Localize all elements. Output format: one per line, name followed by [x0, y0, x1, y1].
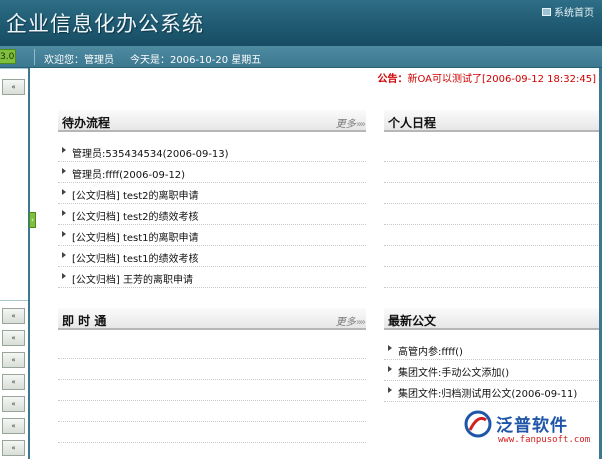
bullet-arrow-icon — [62, 210, 66, 216]
docs-panel-title: 最新公文 — [388, 314, 437, 328]
logo-mark-icon — [464, 410, 492, 438]
status-bar: 3.0 欢迎您：管理员 今天是：2006-10-20 星期五 — [0, 46, 602, 68]
schedule-row — [384, 268, 600, 288]
schedule-row — [384, 226, 600, 246]
notice-text: 新OA可以测试了[2006-09-12 18:32:45] — [407, 74, 596, 85]
bullet-arrow-icon — [388, 366, 392, 372]
sidebar-collapse-button[interactable]: « — [2, 79, 25, 95]
collapse-icon: « — [11, 312, 16, 320]
schedule-panel-title: 个人日程 — [388, 116, 437, 130]
instant-row — [58, 360, 366, 380]
todo-item[interactable]: [公文归档] test2的离职申请 — [58, 183, 366, 204]
doc-item[interactable]: 集团文件:手动公文添加() — [384, 360, 600, 381]
bullet-arrow-icon — [62, 231, 66, 237]
schedule-row — [384, 142, 600, 162]
toggle-arrow-icon: › — [31, 216, 34, 224]
status-separator — [34, 49, 35, 65]
bullet-arrow-icon — [62, 168, 66, 174]
app-header: 企业信息化办公系统 系统首页 — [0, 0, 602, 46]
collapse-icon: « — [11, 378, 16, 386]
sidebar-collapse-button[interactable]: « — [2, 440, 25, 456]
collapse-icon: « — [11, 83, 16, 91]
home-link[interactable]: 系统首页 — [542, 4, 594, 19]
sidebar-collapse-button[interactable]: « — [2, 330, 25, 346]
sidebar-collapse-button[interactable]: « — [2, 352, 25, 368]
brand-logo: 泛普软件 www.fanpusoft.com — [446, 408, 596, 454]
todo-item[interactable]: [公文归档] test2的绩效考核 — [58, 204, 366, 225]
schedule-row — [384, 205, 600, 225]
collapse-icon: « — [11, 422, 16, 430]
sidebar-collapse-button[interactable]: « — [2, 418, 25, 434]
schedule-row — [384, 163, 600, 183]
logo-url: www.fanpusoft.com — [498, 435, 591, 445]
doc-item[interactable]: 集团文件:归档测试用公文(2006-09-11) — [384, 381, 600, 402]
main-content: 待办流程 更多»» 管理员:535434534(2006-09-13) 管理员:… — [36, 86, 602, 459]
bullet-arrow-icon — [62, 252, 66, 258]
logo-name: 泛普软件 — [496, 416, 568, 436]
collapse-icon: « — [11, 444, 16, 452]
schedule-panel-header: 个人日程 — [384, 110, 600, 132]
today-text: 今天是：2006-10-20 星期五 — [130, 55, 262, 66]
more-arrows-icon: »» — [355, 317, 366, 328]
sidebar: « « « « « « « « — [0, 68, 30, 459]
todo-panel-header: 待办流程 更多»» — [58, 110, 366, 132]
schedule-row — [384, 184, 600, 204]
instant-panel-header: 即 时 通 更多»» — [58, 308, 366, 330]
doc-item[interactable]: 高管内参:ffff() — [384, 339, 600, 360]
todo-item[interactable]: 管理员:ffff(2006-09-12) — [58, 162, 366, 183]
schedule-row — [384, 247, 600, 267]
home-icon — [542, 7, 551, 16]
collapse-icon: « — [11, 356, 16, 364]
sidebar-collapse-button[interactable]: « — [2, 308, 25, 324]
bullet-arrow-icon — [62, 147, 66, 153]
sidebar-collapse-button[interactable]: « — [2, 374, 25, 390]
bullet-arrow-icon — [388, 387, 392, 393]
bullet-arrow-icon — [388, 345, 392, 351]
bullet-arrow-icon — [62, 189, 66, 195]
todo-more-link[interactable]: 更多»» — [336, 115, 366, 130]
notice-label: 公告： — [377, 74, 408, 85]
instant-row — [58, 381, 366, 401]
bullet-arrow-icon — [62, 273, 66, 279]
sidebar-divider — [0, 68, 28, 69]
instant-row — [58, 339, 366, 359]
version-badge: 3.0 — [0, 49, 16, 64]
todo-item[interactable]: [公文归档] test1的绩效考核 — [58, 246, 366, 267]
todo-panel-title: 待办流程 — [62, 116, 111, 130]
todo-item[interactable]: [公文归档] test1的离职申请 — [58, 225, 366, 246]
collapse-icon: « — [11, 334, 16, 342]
instant-more-link[interactable]: 更多»» — [336, 313, 366, 328]
sidebar-toggle-button[interactable]: › — [29, 212, 36, 228]
notice-bar[interactable]: 公告：新OA可以测试了[2006-09-12 18:32:45] — [377, 70, 596, 85]
more-arrows-icon: »» — [355, 119, 366, 130]
instant-row — [58, 402, 366, 422]
instant-panel-title: 即 时 通 — [62, 314, 107, 328]
docs-panel-header: 最新公文 — [384, 308, 600, 330]
welcome-text: 欢迎您：管理员 — [44, 55, 114, 66]
app-title: 企业信息化办公系统 — [6, 12, 204, 36]
todo-item[interactable]: 管理员:535434534(2006-09-13) — [58, 141, 366, 162]
collapse-icon: « — [11, 400, 16, 408]
sidebar-collapse-button[interactable]: « — [2, 396, 25, 412]
todo-item[interactable]: [公文归档] 王芳的离职申请 — [58, 267, 366, 288]
home-label: 系统首页 — [554, 8, 594, 19]
sidebar-divider — [0, 300, 28, 301]
instant-row — [58, 423, 366, 443]
